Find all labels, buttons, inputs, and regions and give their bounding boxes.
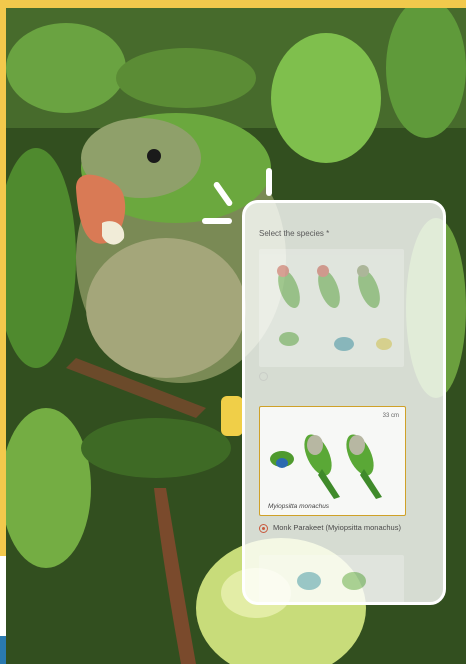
bird-plate-illustration xyxy=(277,265,392,351)
edge-strip xyxy=(0,636,6,664)
question-label: Select the species * xyxy=(259,229,330,238)
option-monk-parakeet[interactable]: Monk Parakeet (Myiopsitta monachus) xyxy=(259,523,419,533)
option-label: Monk Parakeet (Myiopsitta monachus) xyxy=(273,523,401,532)
radio-button-selected[interactable] xyxy=(259,524,268,533)
option-faded xyxy=(259,371,419,381)
edge-strip xyxy=(0,556,6,636)
phone-mockup: Select the species * 33 cm Myiopsitta mo… xyxy=(242,200,446,605)
bird-plate-illustration xyxy=(297,572,366,590)
sparkle-icon xyxy=(202,218,232,224)
option-card-selected[interactable]: 33 cm Myiopsitta monachus xyxy=(259,406,406,516)
option-card[interactable] xyxy=(259,555,404,602)
radio-button xyxy=(259,372,268,381)
species-caption: Myiopsitta monachus xyxy=(268,503,330,510)
sparkle-icon xyxy=(266,168,272,196)
size-label: 33 cm xyxy=(382,413,399,419)
option-card[interactable] xyxy=(259,249,404,367)
monk-parakeet-illustration xyxy=(270,434,382,499)
